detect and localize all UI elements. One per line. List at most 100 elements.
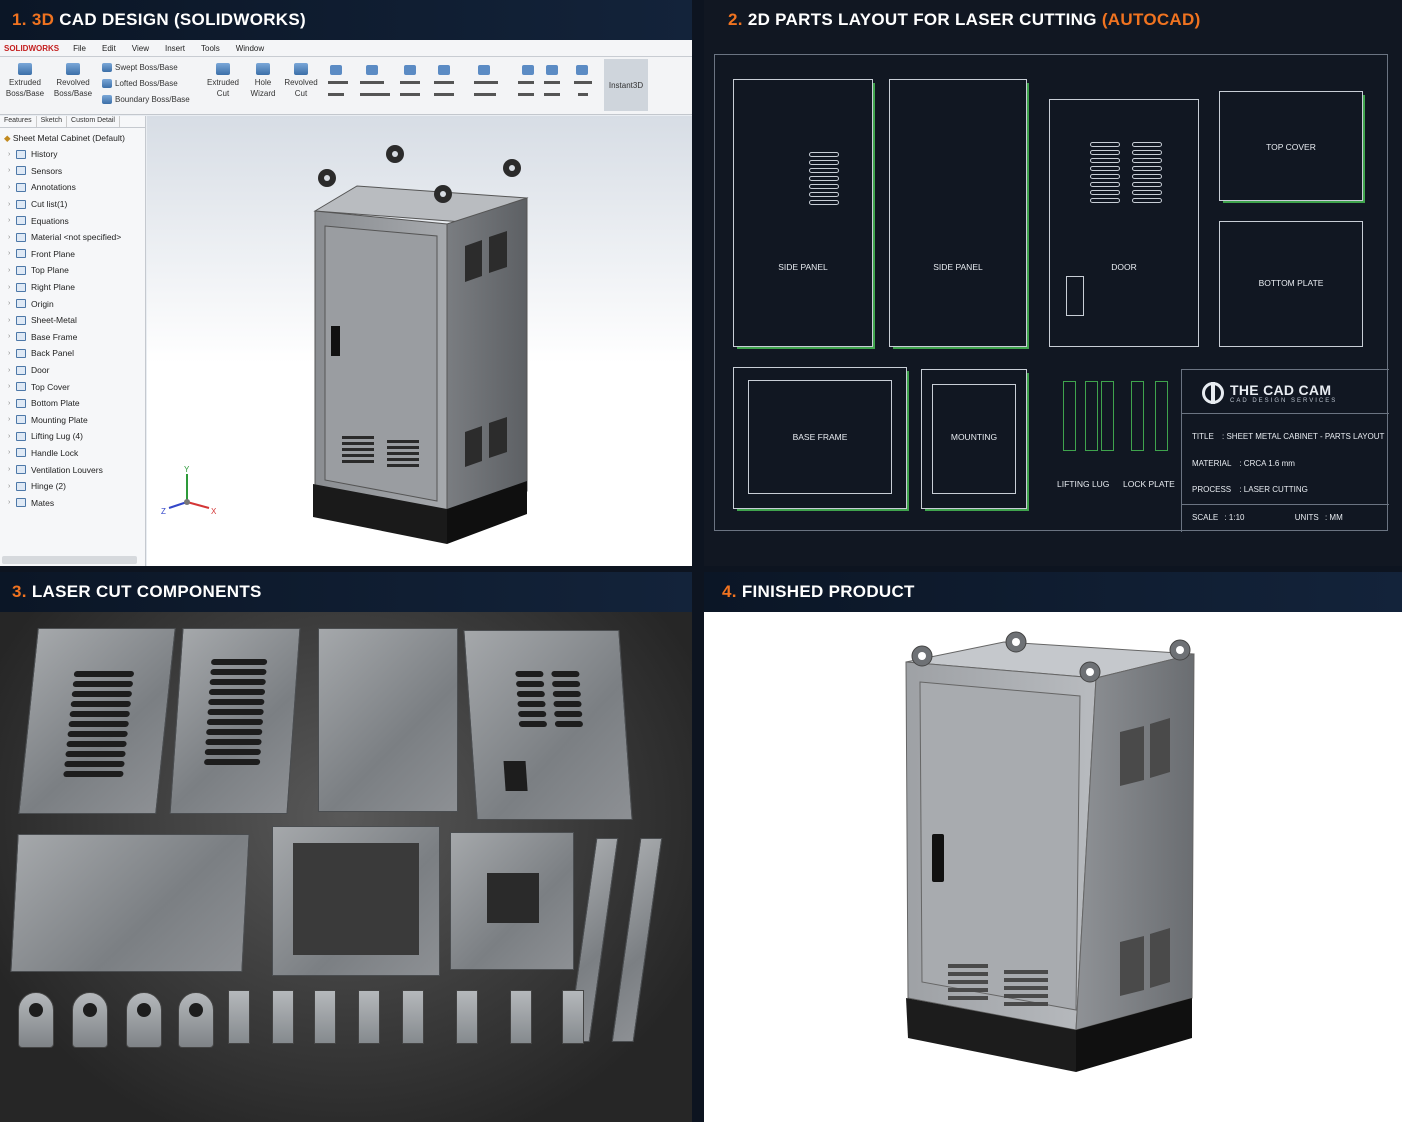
feature-icon <box>16 481 26 491</box>
tree-item[interactable]: › Mounting Plate <box>0 412 145 429</box>
swept-boss-button[interactable]: Swept Boss/Base <box>102 63 178 72</box>
chevron-right-icon[interactable]: › <box>8 433 16 440</box>
strip-rail <box>611 838 663 1042</box>
chevron-right-icon[interactable]: › <box>8 367 16 374</box>
tree-item[interactable]: › Equations <box>0 212 145 229</box>
lock-plate <box>358 990 380 1044</box>
tb-divider <box>1182 413 1389 414</box>
graphics-viewport[interactable]: Y Z X <box>147 116 692 566</box>
menu-tools[interactable]: Tools <box>193 44 228 53</box>
chevron-right-icon[interactable]: › <box>8 267 16 274</box>
tree-item[interactable]: › Back Panel <box>0 345 145 362</box>
boundary-boss-button[interactable]: Boundary Boss/Base <box>102 95 190 104</box>
chevron-right-icon[interactable]: › <box>8 317 16 324</box>
chevron-right-icon[interactable]: › <box>8 284 16 291</box>
tree-root[interactable]: ◆ Sheet Metal Cabinet (Default) <box>0 128 145 146</box>
chevron-right-icon[interactable]: › <box>8 250 16 257</box>
lock-plate <box>228 990 250 1044</box>
revolved-cut-button[interactable]: Revolved Cut <box>280 63 322 99</box>
chevron-right-icon[interactable]: › <box>8 151 16 158</box>
feature-manager-tree: Features Sketch Custom Detail ◆ Sheet Me… <box>0 116 146 566</box>
panel-finished-product: 4. FINISHED PRODUCT <box>704 572 1402 1122</box>
revolved-cut-icon <box>294 63 308 75</box>
extruded-boss-button[interactable]: Extruded Boss/Base <box>4 63 46 99</box>
side-panel-plate <box>169 628 301 814</box>
mounting-plate-part: MOUNTING <box>921 369 1027 509</box>
tree-item[interactable]: › Sheet-Metal <box>0 312 145 329</box>
tree-item[interactable]: › Origin <box>0 295 145 312</box>
feature-icon <box>16 348 26 358</box>
extruded-cut-button[interactable]: Extruded Cut <box>202 63 244 99</box>
tab-features[interactable]: Features <box>0 116 37 127</box>
back-panel-plate <box>318 628 458 812</box>
bottom-plate-part: BOTTOM PLATE <box>1219 221 1363 347</box>
tree-item[interactable]: › Sensors <box>0 163 145 180</box>
lock-plate-label: LOCK PLATE <box>1123 479 1175 489</box>
chevron-right-icon[interactable]: › <box>8 499 16 506</box>
tree-item[interactable]: › Ventilation Louvers <box>0 461 145 478</box>
chevron-right-icon[interactable]: › <box>8 416 16 423</box>
chevron-right-icon[interactable]: › <box>8 449 16 456</box>
lock-plate <box>456 990 478 1044</box>
door-part: DOOR <box>1049 99 1199 347</box>
tree-scrollbar[interactable] <box>2 556 137 564</box>
company-logo: THE CAD CAM CAD DESIGN SERVICES <box>1202 382 1337 404</box>
panel-parts-layout: 2. 2D PARTS LAYOUT FOR LASER CUTTING (AU… <box>704 0 1402 566</box>
menu-insert[interactable]: Insert <box>157 44 193 53</box>
tree-item[interactable]: › Bottom Plate <box>0 395 145 412</box>
chevron-right-icon[interactable]: › <box>8 201 16 208</box>
chevron-right-icon[interactable]: › <box>8 483 16 490</box>
tree-item[interactable]: › Mates <box>0 494 145 511</box>
tree-item[interactable]: › Annotations <box>0 179 145 196</box>
tree-item[interactable]: › Front Plane <box>0 246 145 263</box>
chevron-right-icon[interactable]: › <box>8 350 16 357</box>
ribbon-misc-tools <box>326 63 596 109</box>
hole-wizard-button[interactable]: Hole Wizard <box>242 63 284 99</box>
tree-item[interactable]: › Top Cover <box>0 378 145 395</box>
menu-edit[interactable]: Edit <box>94 44 124 53</box>
chevron-right-icon[interactable]: › <box>8 466 16 473</box>
chevron-right-icon[interactable]: › <box>8 333 16 340</box>
lofted-boss-button[interactable]: Lofted Boss/Base <box>102 79 178 88</box>
chevron-right-icon[interactable]: › <box>8 234 16 241</box>
feature-icon <box>16 265 26 275</box>
revolved-boss-button[interactable]: Revolved Boss/Base <box>52 63 94 99</box>
feature-icon <box>16 282 26 292</box>
chevron-right-icon[interactable]: › <box>8 300 16 307</box>
side-panel-1: SIDE PANEL <box>733 79 873 347</box>
instant3d-button[interactable]: Instant3D <box>604 59 648 111</box>
lifting-lug-part <box>1101 381 1114 451</box>
chevron-right-icon[interactable]: › <box>8 383 16 390</box>
tree-item[interactable]: › Right Plane <box>0 279 145 296</box>
chevron-right-icon[interactable]: › <box>8 184 16 191</box>
vent-louvers <box>63 671 135 777</box>
tree-item[interactable]: › Hinge (2) <box>0 478 145 495</box>
tree-item[interactable]: › Lifting Lug (4) <box>0 428 145 445</box>
tab-sketch[interactable]: Sketch <box>37 116 68 127</box>
tree-item[interactable]: › Cut list(1) <box>0 196 145 213</box>
menu-file[interactable]: File <box>65 44 94 53</box>
base-frame-plate <box>272 826 440 976</box>
tree-item[interactable]: › Door <box>0 362 145 379</box>
tab-custom-detail[interactable]: Custom Detail <box>67 116 120 127</box>
menu-view[interactable]: View <box>124 44 157 53</box>
tree-item[interactable]: › History <box>0 146 145 163</box>
tree-item[interactable]: › Base Frame <box>0 329 145 346</box>
tree-item-label: Equations <box>31 215 69 226</box>
chevron-right-icon[interactable]: › <box>8 167 16 174</box>
menu-window[interactable]: Window <box>228 44 272 53</box>
tree-item[interactable]: › Handle Lock <box>0 445 145 462</box>
tree-item[interactable]: › Material <not specified> <box>0 229 145 246</box>
hole-wizard-icon <box>256 63 270 75</box>
handle-lock <box>331 326 340 356</box>
z-axis-label: Z <box>161 507 166 516</box>
tree-item[interactable]: › Top Plane <box>0 262 145 279</box>
feature-icon <box>16 415 26 425</box>
tb-divider <box>1182 504 1389 505</box>
feature-icon <box>16 166 26 176</box>
side-panel-2: SIDE PANEL <box>889 79 1027 347</box>
lifting-lug-part <box>1063 381 1076 451</box>
chevron-right-icon[interactable]: › <box>8 217 16 224</box>
tree-item-label: Mounting Plate <box>31 414 88 425</box>
chevron-right-icon[interactable]: › <box>8 400 16 407</box>
